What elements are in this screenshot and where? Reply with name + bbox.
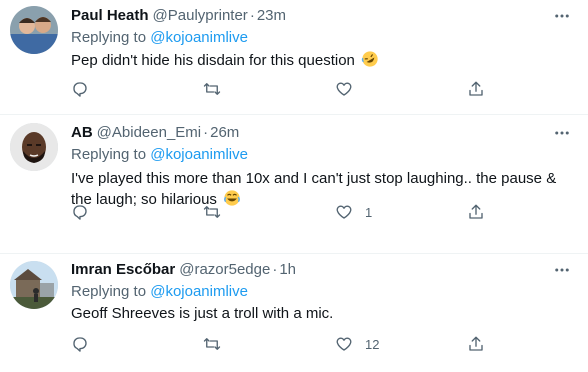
like-button[interactable]: 1 bbox=[335, 203, 467, 221]
timestamp[interactable]: 26m bbox=[210, 123, 239, 143]
reply-feed: Paul Heath @Paulyprinter · 23m Replying … bbox=[0, 0, 588, 372]
like-button[interactable]: 12 bbox=[335, 335, 467, 353]
tweet-actions: 1 bbox=[71, 203, 538, 221]
tweet-imran-escobar[interactable]: Imran Escőbar @razor5edge · 1h Replying … bbox=[0, 254, 588, 372]
share-icon bbox=[469, 204, 483, 219]
separator: · bbox=[272, 261, 278, 278]
reply-button[interactable] bbox=[71, 80, 203, 98]
replying-label: Replying to bbox=[71, 29, 147, 46]
tweet-text-content: Geoff Shreeves is just a troll with a mi… bbox=[71, 305, 334, 322]
display-name[interactable]: Imran Escőbar bbox=[71, 260, 175, 280]
reply-button[interactable] bbox=[71, 335, 203, 353]
tweet-text-content: Pep didn't hide his disdain for this que… bbox=[71, 52, 355, 69]
share-button[interactable] bbox=[467, 80, 485, 98]
retweet-button[interactable] bbox=[203, 335, 335, 353]
like-icon bbox=[336, 337, 352, 351]
replying-to: Replying to @kojoanimlive bbox=[71, 282, 578, 302]
like-icon bbox=[336, 82, 352, 96]
avatar[interactable] bbox=[10, 6, 58, 54]
separator: · bbox=[203, 124, 209, 141]
mention-link[interactable]: @kojoanimlive bbox=[150, 146, 248, 163]
tweet-text: Geoff Shreeves is just a troll with a mi… bbox=[71, 304, 578, 324]
reply-icon bbox=[73, 205, 87, 220]
tweet-paul-heath[interactable]: Paul Heath @Paulyprinter · 23m Replying … bbox=[0, 0, 588, 115]
timestamp[interactable]: 23m bbox=[257, 6, 286, 26]
display-name[interactable]: Paul Heath bbox=[71, 6, 149, 26]
avatar[interactable] bbox=[10, 123, 58, 171]
more-icon[interactable] bbox=[552, 6, 572, 26]
tweet-actions bbox=[71, 80, 538, 98]
replying-label: Replying to bbox=[71, 146, 147, 163]
user-handle[interactable]: @razor5edge bbox=[179, 260, 270, 280]
tweet-header: AB @Abideen_Emi · 26m bbox=[71, 123, 578, 143]
retweet-button[interactable] bbox=[203, 203, 335, 221]
replying-to: Replying to @kojoanimlive bbox=[71, 145, 578, 165]
user-handle[interactable]: @Paulyprinter bbox=[153, 6, 248, 26]
reply-button[interactable] bbox=[71, 203, 203, 221]
tweet-header: Imran Escőbar @razor5edge · 1h bbox=[71, 260, 578, 280]
reply-icon bbox=[73, 337, 87, 352]
share-icon bbox=[469, 81, 483, 96]
like-count: 1 bbox=[365, 204, 373, 220]
separator: · bbox=[249, 7, 255, 24]
tweet-header: Paul Heath @Paulyprinter · 23m bbox=[71, 6, 578, 26]
retweet-button[interactable] bbox=[203, 80, 335, 98]
avatar[interactable] bbox=[10, 261, 58, 309]
user-handle[interactable]: @Abideen_Emi bbox=[97, 123, 201, 143]
mention-link[interactable]: @kojoanimlive bbox=[150, 283, 248, 300]
replying-to: Replying to @kojoanimlive bbox=[71, 28, 578, 48]
tweet-ab[interactable]: AB @Abideen_Emi · 26m Replying to @kojoa… bbox=[0, 115, 588, 254]
mention-link[interactable]: @kojoanimlive bbox=[150, 29, 248, 46]
rofl-emoji-icon bbox=[361, 50, 379, 74]
like-icon bbox=[336, 205, 352, 219]
tweet-actions: 12 bbox=[71, 335, 538, 353]
like-button[interactable] bbox=[335, 80, 467, 98]
share-button[interactable] bbox=[467, 335, 485, 353]
share-button[interactable] bbox=[467, 203, 485, 221]
retweet-icon bbox=[203, 206, 221, 218]
display-name[interactable]: AB bbox=[71, 123, 93, 143]
tweet-text: Pep didn't hide his disdain for this que… bbox=[71, 50, 578, 74]
like-count: 12 bbox=[365, 336, 380, 352]
retweet-icon bbox=[203, 83, 221, 95]
replying-label: Replying to bbox=[71, 283, 147, 300]
more-icon[interactable] bbox=[552, 123, 572, 143]
share-icon bbox=[469, 336, 483, 351]
retweet-icon bbox=[203, 338, 221, 350]
reply-icon bbox=[73, 82, 87, 97]
timestamp[interactable]: 1h bbox=[279, 260, 296, 280]
more-icon[interactable] bbox=[552, 260, 572, 280]
